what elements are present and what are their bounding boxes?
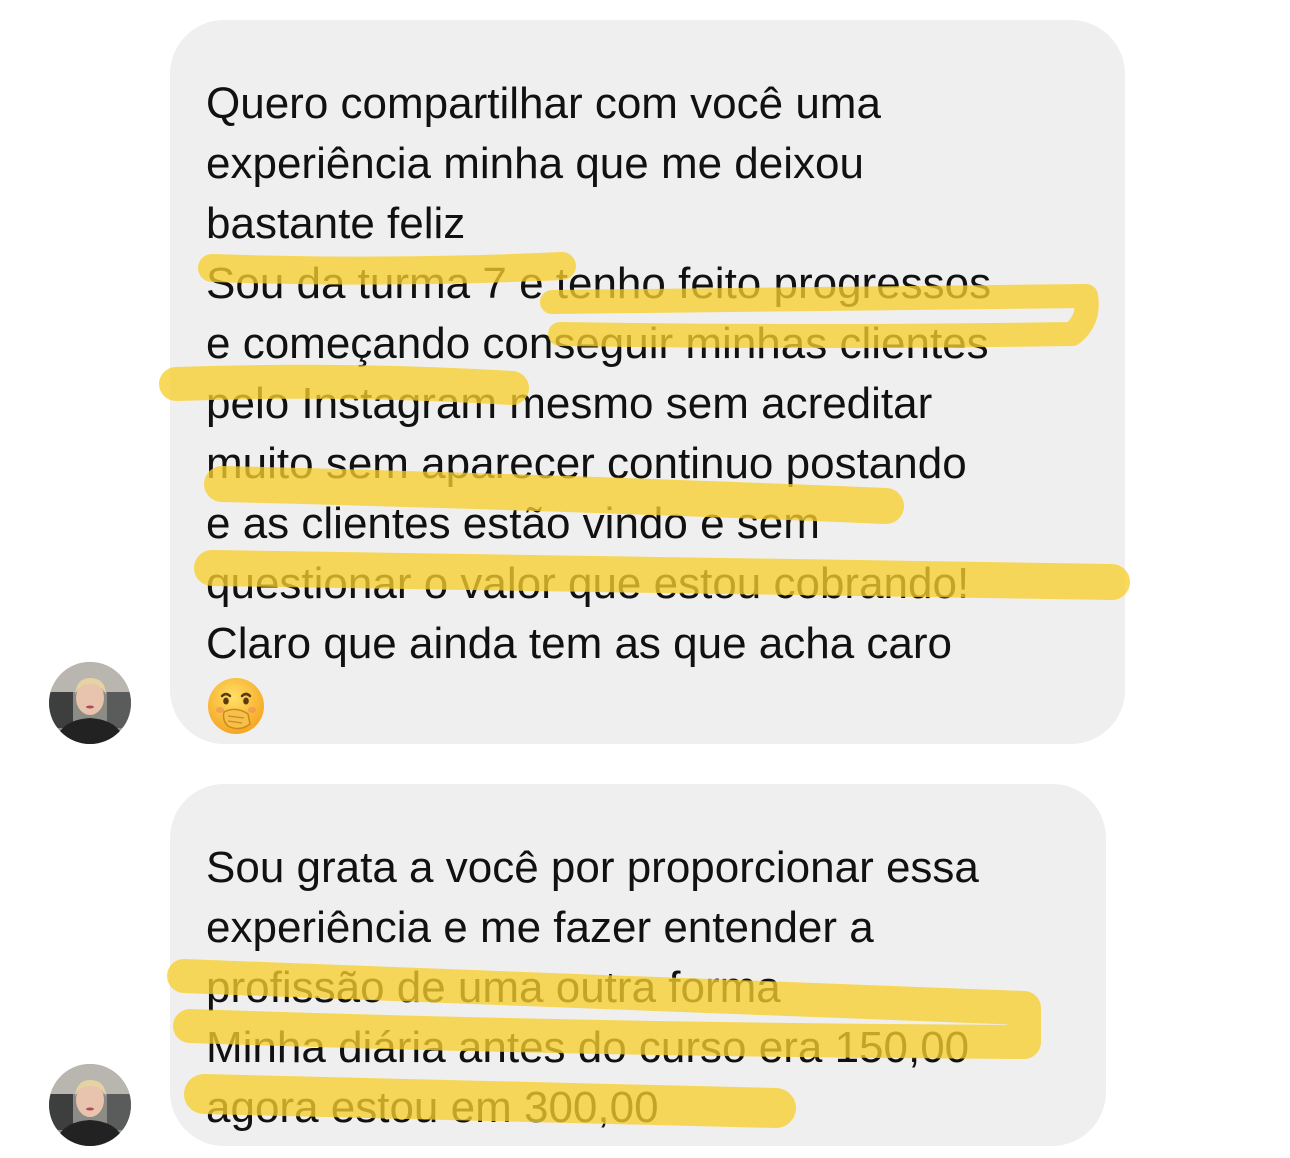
message-bubble-2[interactable]: Sou grata a você por proporcionar essa e… (170, 784, 1106, 1146)
message-line: experiência e me fazer entender a (206, 903, 874, 952)
avatar-photo (49, 662, 131, 744)
message-line: questionar o valor que estou cobrando! (206, 559, 970, 608)
message-line: e começando conseguir minhas clientes (206, 319, 989, 368)
avatar-photo (49, 1064, 131, 1146)
sender-avatar[interactable] (49, 662, 131, 744)
message-line: e as clientes estão vindo e sem (206, 499, 820, 548)
message-line: bastante feliz (206, 199, 466, 248)
message-line: agora estou em 300,00 (206, 1083, 659, 1132)
message-line: Sou grata a você por proporcionar essa (206, 843, 979, 892)
message-line: Quero compartilhar com você uma (206, 79, 881, 128)
message-bubble-1[interactable]: Quero compartilhar com você uma experiên… (170, 20, 1125, 744)
face-with-hand-over-mouth-emoji-icon (208, 678, 264, 734)
message-line: muito sem aparecer continuo postando (206, 439, 967, 488)
message-line: Minha diária antes do curso era 150,00 (206, 1023, 970, 1072)
message-line: pelo Instagram mesmo sem acreditar (206, 379, 933, 428)
message-line: profissão de uma outra forma (206, 963, 781, 1012)
sender-avatar[interactable] (49, 1064, 131, 1146)
message-line: Sou da turma 7 e tenho feito progressos (206, 259, 992, 308)
message-line: Claro que ainda tem as que acha caro (206, 619, 953, 668)
message-line: experiência minha que me deixou (206, 139, 864, 188)
